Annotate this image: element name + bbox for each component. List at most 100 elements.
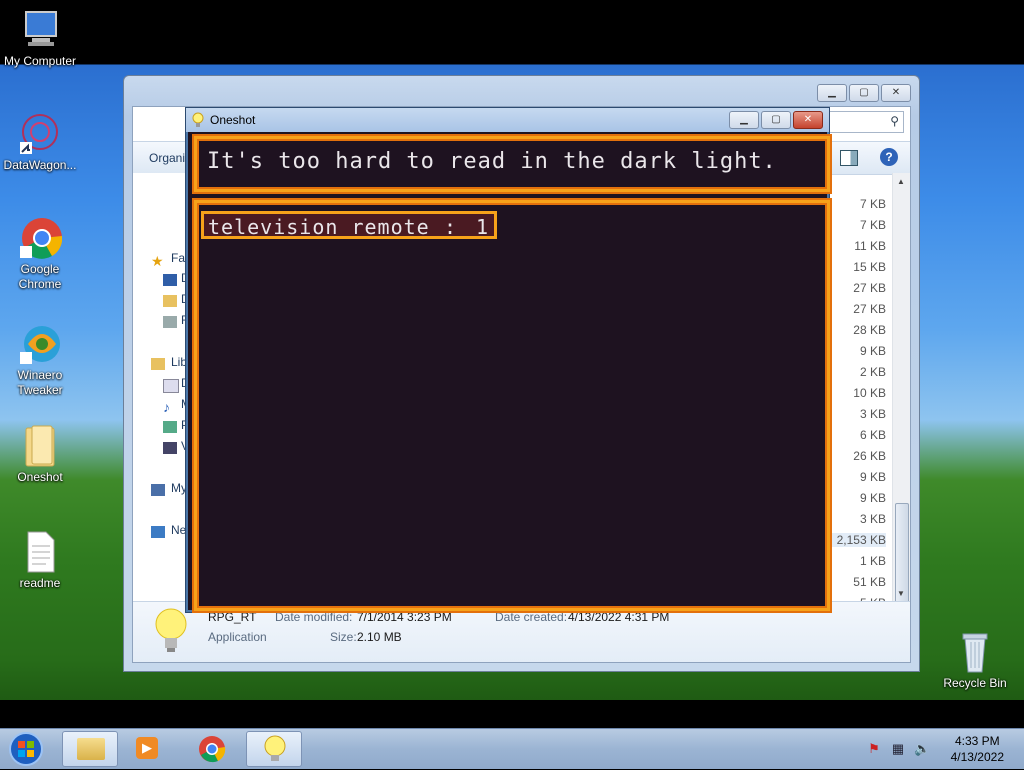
desktop-icon-oneshot[interactable]: Oneshot [0,424,80,485]
file-size: 15 KB [853,260,886,274]
file-size: 3 KB [859,407,886,421]
lightbulb-icon [192,112,204,128]
folder-icon [77,738,105,760]
minimize-button[interactable]: ▁ [729,111,759,129]
details-size-value: 2.10 MB [357,630,402,644]
file-size: 27 KB [853,302,886,316]
game-title-bar[interactable]: Oneshot ▁ ▢ ✕ [186,108,829,132]
desktop-icon-label: My Computer [3,54,77,68]
datawagon-icon [18,112,62,156]
documents-icon [163,379,179,393]
navigation-pane: ★ Fav D D R Lib D ♪ M P V My Ne [133,173,193,602]
file-size-column: 7 KB 7 KB 11 KB 15 KB 27 KB 27 KB 28 KB … [826,173,890,610]
file-size: 9 KB [859,344,886,358]
file-size: 2 KB [859,365,886,379]
file-size: 3 KB [859,512,886,526]
file-size: 11 KB [854,239,886,253]
minimize-button[interactable]: ▁ [817,84,847,102]
desktop-icon-winaero-tweaker[interactable]: Winaero Tweaker [0,322,80,398]
desktop-icon-readme[interactable]: readme [0,530,80,591]
help-icon[interactable]: ? [880,148,898,166]
start-button[interactable] [4,731,48,767]
file-size: 26 KB [853,449,886,463]
file-size: 9 KB [859,470,886,484]
game-window-controls: ▁ ▢ ✕ [729,111,823,129]
pictures-icon [163,421,177,433]
game-viewport[interactable]: It's too hard to read in the dark light.… [188,132,830,611]
taskbar-oneshot-button[interactable] [246,731,302,767]
network-icon[interactable]: ▦ [890,741,906,757]
file-size: 9 KB [859,491,886,505]
recycle-bin-icon [953,630,997,674]
taskbar-media-player-button[interactable]: ▶ [120,731,176,767]
file-size: 1 KB [859,554,886,568]
inventory-item-quantity: 1 [476,215,490,239]
scroll-up-arrow-icon[interactable]: ▲ [897,177,905,186]
inventory-panel: television remote : 1 [194,200,830,611]
file-size: 51 KB [853,575,886,589]
desktop-folder-icon [163,274,177,286]
volume-icon[interactable]: 🔈 [914,741,930,757]
file-size: 10 KB [853,386,886,400]
file-size: 6 KB [859,428,886,442]
clock-date: 4/13/2022 [950,750,1004,764]
preview-pane-icon[interactable] [840,150,858,166]
screen-letterbox [0,700,1024,728]
taskbar-explorer-button[interactable] [62,731,118,767]
taskbar-chrome-button[interactable] [184,731,240,767]
computer-icon [151,484,165,496]
media-player-icon: ▶ [136,737,158,759]
details-size-label: Size: [330,630,357,644]
maximize-button[interactable]: ▢ [849,84,879,102]
desktop-icon-datawagon[interactable]: DataWagon... [0,112,80,173]
desktop-icon-label: readme [19,576,61,590]
desktop-icon-label: DataWagon... [3,158,77,172]
desktop-icon-label: Oneshot [17,470,63,484]
computer-icon [18,8,62,52]
desktop-icon-my-computer[interactable]: My Computer [0,8,80,69]
inventory-item-separator: : [444,215,458,239]
chrome-icon [18,216,63,260]
message-text: It's too hard to read in the dark light. [207,149,777,174]
chrome-icon [198,735,226,766]
desktop-icon-label: Google Chrome [18,262,62,291]
close-button[interactable]: ✕ [881,84,911,102]
explorer-window-controls: ▁ ▢ ✕ [817,84,911,102]
libraries-icon [151,358,165,370]
recent-places-icon [163,316,177,328]
file-size: 7 KB [859,197,886,211]
file-size-selected: 2,153 KB [826,533,886,547]
desktop-icon-label: Winaero Tweaker [17,368,63,397]
details-file-type: Application [208,630,267,644]
inventory-item-name: television remote [208,215,430,239]
maximize-button[interactable]: ▢ [761,111,791,129]
organize-menu[interactable]: Organi [149,151,185,165]
action-center-alert-icon[interactable]: ⚑ [866,741,882,757]
system-clock[interactable]: 4:33 PM 4/13/2022 [951,733,1004,765]
game-window-title: Oneshot [210,113,256,127]
file-size: 27 KB [853,281,886,295]
desktop-icon-recycle-bin[interactable]: Recycle Bin [935,630,1015,691]
search-icon: ⚲ [890,114,899,128]
file-size: 28 KB [853,323,886,337]
taskbar: ▶ ⚑ ▦ 🔈 4:33 PM 4/13/2022 [0,728,1024,769]
videos-icon [163,442,177,454]
network-icon [151,526,165,538]
folder-icon [18,424,62,468]
scroll-down-arrow-icon[interactable]: ▼ [897,589,905,598]
document-icon [18,530,62,574]
folder-icon [163,295,177,307]
vertical-scrollbar[interactable]: ▲ ▼ [892,173,910,605]
lightbulb-icon [151,606,191,656]
desktop-icon-google-chrome[interactable]: Google Chrome [0,216,80,292]
oneshot-game-window[interactable]: Oneshot ▁ ▢ ✕ It's too hard to read in t… [185,107,830,613]
desktop-icon-label: Recycle Bin [943,676,1007,690]
clock-time: 4:33 PM [954,734,1000,748]
inventory-item-selected[interactable]: television remote : 1 [201,211,497,239]
close-button[interactable]: ✕ [793,111,823,129]
music-icon: ♪ [163,399,170,415]
message-box: It's too hard to read in the dark light. [194,136,830,192]
search-input[interactable]: ⚲ [822,111,904,133]
lightbulb-icon [261,734,289,769]
file-size: 7 KB [859,218,886,232]
